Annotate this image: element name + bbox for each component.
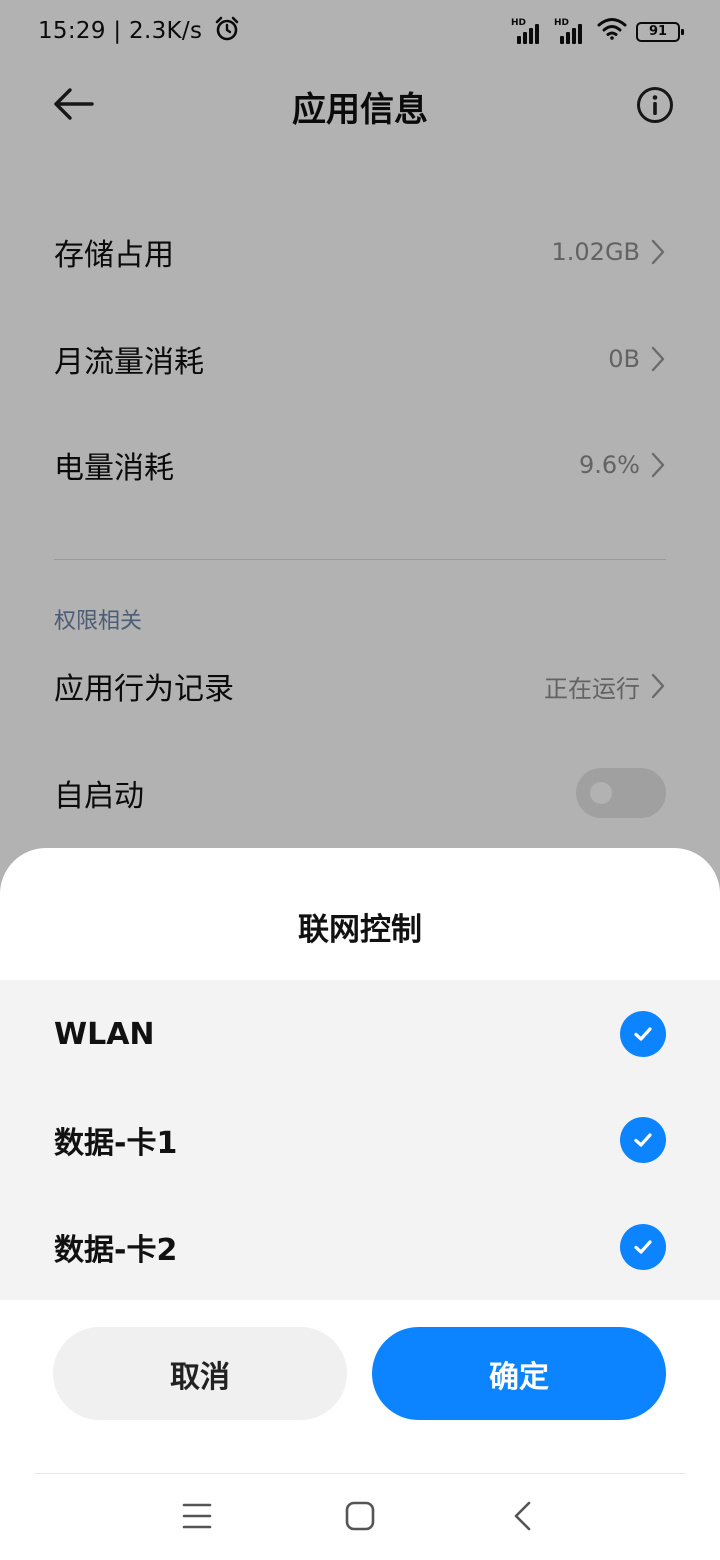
- checkmark-icon[interactable]: [620, 1224, 666, 1270]
- cancel-button[interactable]: 取消: [53, 1327, 347, 1420]
- option-wlan[interactable]: WLAN: [54, 994, 666, 1074]
- network-control-sheet: 联网控制 WLAN 数据-卡1 数据-卡2 取消 确定: [0, 848, 720, 1560]
- network-options-list: WLAN 数据-卡1 数据-卡2: [0, 980, 720, 1300]
- checkmark-icon[interactable]: [620, 1011, 666, 1057]
- option-label: 数据-卡1: [54, 1126, 178, 1161]
- option-data-sim2[interactable]: 数据-卡2: [54, 1207, 666, 1287]
- option-label: WLAN: [54, 1016, 155, 1052]
- menu-icon[interactable]: [177, 1496, 217, 1536]
- navigation-bar: [0, 1474, 720, 1560]
- checkmark-icon[interactable]: [620, 1117, 666, 1163]
- option-data-sim1[interactable]: 数据-卡1: [54, 1100, 666, 1180]
- sheet-title: 联网控制: [298, 912, 422, 948]
- option-label: 数据-卡2: [54, 1233, 178, 1268]
- confirm-button[interactable]: 确定: [372, 1327, 666, 1420]
- home-icon[interactable]: [340, 1496, 380, 1536]
- back-icon[interactable]: [503, 1496, 543, 1536]
